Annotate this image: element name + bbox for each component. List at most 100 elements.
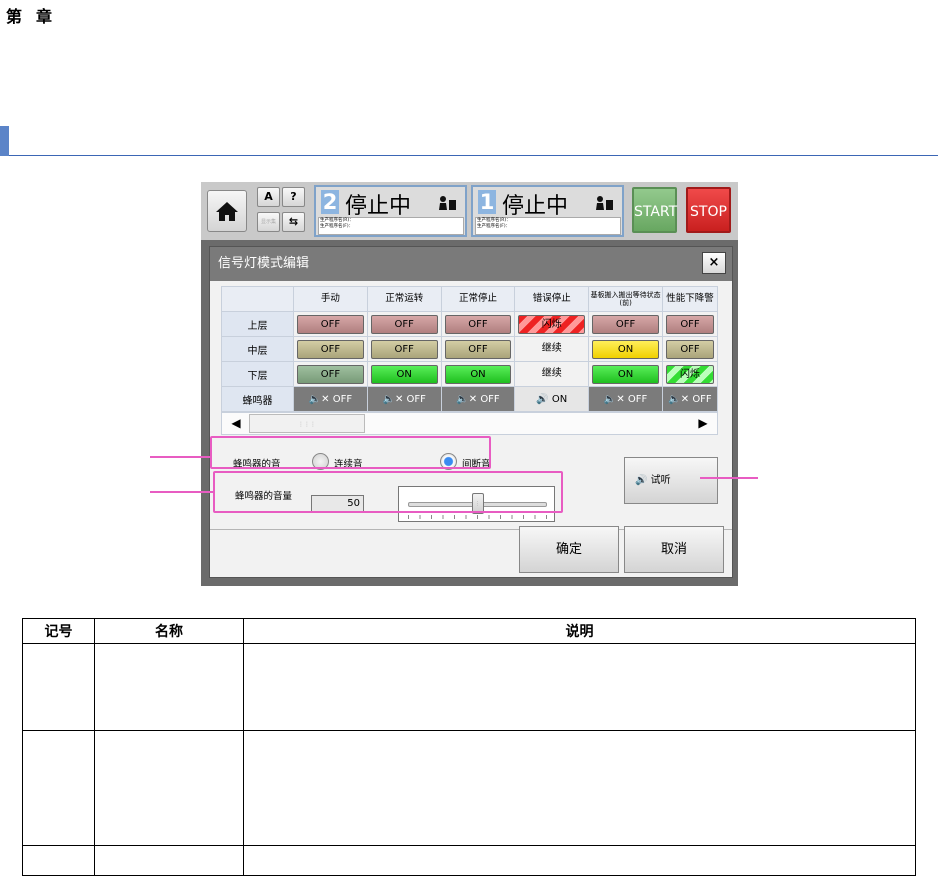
buzzer-toggle[interactable]: 🔈✕ OFF [366,386,442,412]
table-cell: OFF [662,311,718,337]
scroll-right-icon[interactable]: ▶ [691,414,715,433]
horizontal-scrollbar[interactable]: ◀ ⋮⋮⋮ ▶ [221,412,718,435]
column-header: 说明 [243,618,916,644]
light-state-button[interactable]: OFF [297,364,364,384]
table-cell: OFF [662,336,718,362]
row-label: 蜂鸣器 [221,386,294,412]
speaker-muted-icon: 🔈✕ [603,393,628,405]
light-state-button[interactable]: ON [444,364,512,384]
scroll-thumb[interactable]: ⋮⋮⋮ [249,414,365,433]
column-header: 名称 [94,618,244,644]
dialog-title: 信号灯模式编辑 [210,247,732,281]
corner-cell [221,286,294,312]
buzzer-sound-highlight [210,436,491,469]
buzzer-toggle[interactable]: 🔊 ON [514,386,590,412]
table-cell: OFF [440,311,516,337]
close-button[interactable]: × [702,252,726,274]
dialog-title-text: 信号灯模式编辑 [218,256,310,271]
light-state-button[interactable]: OFF [297,339,364,359]
speaker-muted-icon: 🔈✕ [382,393,407,405]
cancel-button[interactable]: 取消 [624,526,724,573]
table-cell: OFF [366,311,442,337]
question-icon: ? [290,190,297,203]
description-table: 记号 名称 说明 [22,618,916,876]
table-cell [94,730,244,846]
table-cell [243,845,916,876]
table-row [22,643,916,731]
light-state-button[interactable]: 继续 [518,340,585,359]
table-header-row: 手动 正常运转 正常停止 错误停止 基板搬入搬出等待状态(前) 性能下降警 [221,286,718,312]
section-marker [0,126,9,156]
speaker-muted-icon: 🔈✕ [456,393,481,405]
buzzer-toggle[interactable]: 🔈✕ OFF [588,386,663,412]
program-name-box: 生产程序名(R)： 生产程序名(F)： [475,217,621,235]
speaker-muted-icon: 🔈✕ [668,393,693,405]
help-button[interactable]: ? [282,187,305,207]
switch-icon: ⇆ [288,215,299,228]
program-name-box: 生产程序名(R)： 生产程序名(F)： [318,217,464,235]
table-row: 上层 OFF OFF OFF 闪烁 OFF OFF [221,311,718,337]
light-state-button[interactable]: ON [592,364,659,384]
light-state-button[interactable]: OFF [592,314,659,334]
chapter-char-2: 章 [36,7,53,26]
callout-line-2 [150,491,214,493]
light-state-button[interactable]: OFF [666,314,714,334]
buzzer-state: OFF [332,393,353,405]
program-name-f: 生产程序名(F)： [477,224,511,229]
table-cell: 闪烁 [514,311,590,337]
table-row: 下层 OFF ON ON 继续 ON 闪烁 [221,361,718,387]
home-icon [216,202,238,221]
column-header: 正常运转 [366,286,442,312]
light-state-button[interactable]: OFF [444,314,512,334]
table-cell [243,643,916,731]
lane-status-text: 停止中 [502,194,569,219]
light-state-button[interactable]: 闪烁 [666,364,714,384]
signal-light-dialog: 信号灯模式编辑 × 手动 正常运转 正常停止 错误停止 基板搬入搬出等待状态(前… [209,246,733,578]
table-cell [22,845,95,876]
scroll-left-icon[interactable]: ◀ [224,414,248,433]
ok-button[interactable]: 确定 [519,526,619,573]
buzzer-state: ON [551,393,568,405]
program-name-f: 生产程序名(F)： [320,224,354,229]
buzzer-state: OFF [480,393,500,405]
table-cell: OFF [588,311,663,337]
row-label: 下层 [221,361,294,387]
light-state-button[interactable]: OFF [444,339,512,359]
table-cell: OFF [293,361,368,387]
table-cell [94,643,244,731]
display-set-button[interactable]: 显示集 [257,212,280,232]
light-state-button[interactable]: ON [592,339,659,359]
light-state-button[interactable]: OFF [370,314,438,334]
light-state-button[interactable]: OFF [370,339,438,359]
stop-button[interactable]: STOP [686,187,731,233]
listen-label: 试听 [650,475,671,486]
operator-icon [596,196,613,210]
light-state-button[interactable]: 继续 [518,365,585,384]
lane-2-status-panel[interactable]: 2 停止中 生产程序名(R)： 生产程序名(F)： [314,185,467,237]
light-state-button[interactable]: OFF [666,339,714,359]
table-cell: OFF [293,336,368,362]
buzzer-toggle[interactable]: 🔈✕ OFF [293,386,368,412]
start-button[interactable]: START [632,187,677,233]
buzzer-toggle[interactable]: 🔈✕ OFF [440,386,516,412]
signal-pattern-table: 手动 正常运转 正常停止 错误停止 基板搬入搬出等待状态(前) 性能下降警 上层… [221,286,718,412]
callout-line-3 [700,477,758,479]
lane-number: 1 [478,190,496,214]
switch-button[interactable]: ⇆ [282,212,305,232]
table-cell [22,730,95,846]
buzzer-toggle[interactable]: 🔈✕ OFF [662,386,718,412]
lane-1-status-panel[interactable]: 1 停止中 生产程序名(R)： 生产程序名(F)： [471,185,624,237]
slider-ticks [408,515,547,519]
light-state-button[interactable]: 闪烁 [518,314,586,334]
table-row: 蜂鸣器 🔈✕ OFF 🔈✕ OFF 🔈✕ OFF 🔊 ON 🔈✕ OFF 🔈✕ … [221,386,718,412]
listen-button[interactable]: 🔊 试听 [624,457,718,504]
chapter-heading: 第章 [6,3,66,27]
light-state-button[interactable]: ON [370,364,438,384]
light-state-button[interactable]: OFF [297,314,364,334]
home-button[interactable] [207,190,247,232]
table-cell: OFF [293,311,368,337]
a-icon: A [264,190,273,203]
table-cell: ON [366,361,442,387]
display-a-button[interactable]: A [257,187,280,207]
chapter-char-1: 第 [6,7,23,26]
